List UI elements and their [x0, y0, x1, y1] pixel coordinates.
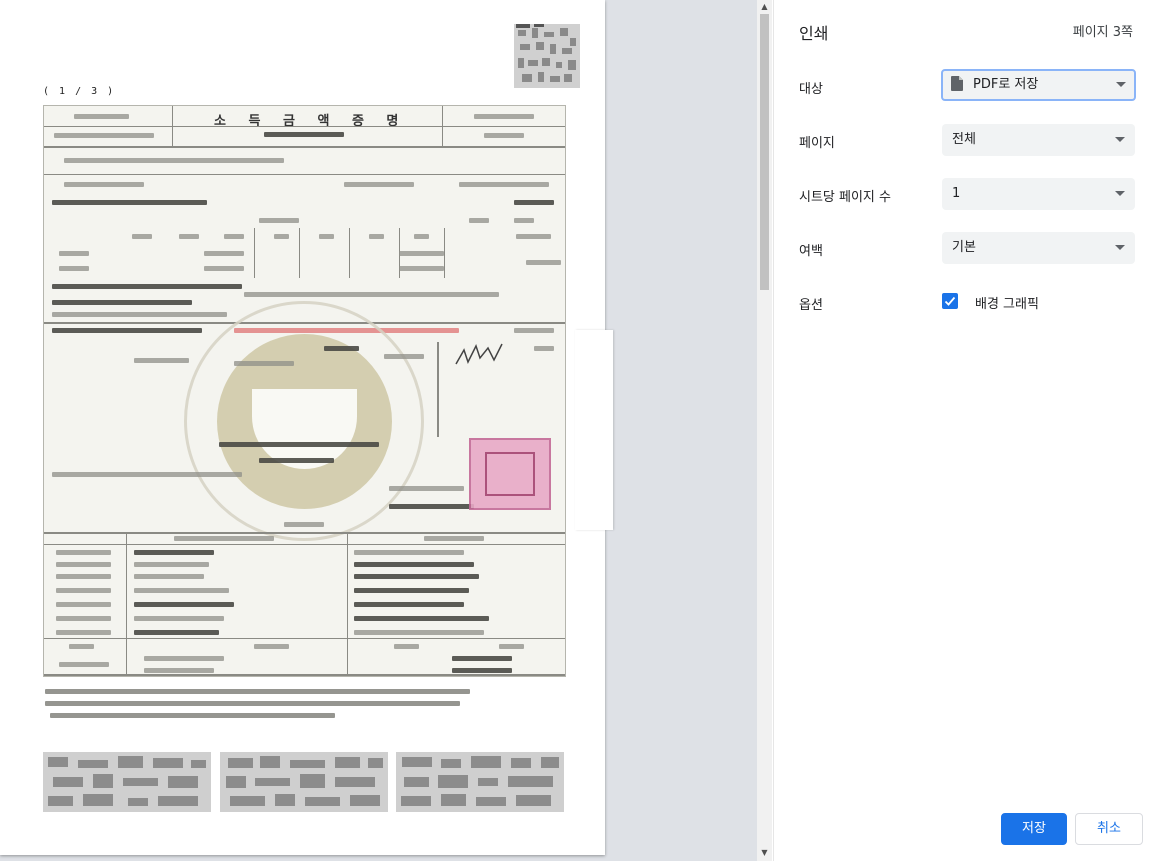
- pages-per-sheet-select[interactable]: 1: [942, 178, 1135, 210]
- margins-label: 여백: [799, 244, 823, 259]
- official-seal-stamp: [469, 438, 551, 510]
- print-preview-area: ( 1 / 3 ) 소 득 금 액 증 명: [0, 0, 757, 861]
- pages-select[interactable]: 전체: [942, 124, 1135, 156]
- page-count: 페이지 3쪽: [1072, 25, 1133, 40]
- checkmark-icon: [944, 296, 956, 306]
- chevron-down-icon: [1116, 82, 1126, 87]
- print-title: 인쇄: [799, 24, 829, 43]
- background-graphics-checkbox[interactable]: [942, 293, 958, 309]
- pages-value: 전체: [952, 132, 976, 147]
- options-label: 옵션: [799, 298, 823, 313]
- scrollbar-thumb[interactable]: [760, 14, 769, 290]
- barcode-image: [43, 752, 211, 812]
- margins-select[interactable]: 기본: [942, 232, 1135, 264]
- pages-per-sheet-label: 시트당 페이지 수: [799, 190, 891, 205]
- chevron-down-icon: [1115, 191, 1125, 196]
- preview-page: ( 1 / 3 ) 소 득 금 액 증 명: [0, 0, 613, 855]
- pages-per-sheet-value: 1: [952, 186, 961, 201]
- qr-code-image: [514, 24, 580, 88]
- destination-select[interactable]: PDF로 저장: [941, 69, 1136, 101]
- destination-value: PDF로 저장: [973, 77, 1039, 92]
- page-indicator: ( 1 / 3 ): [43, 86, 116, 97]
- save-button[interactable]: 저장: [1001, 813, 1067, 845]
- chevron-down-icon: [1115, 137, 1125, 142]
- page-edge-strip: [575, 330, 613, 530]
- destination-label: 대상: [799, 82, 823, 97]
- barcode-image: [220, 752, 388, 812]
- barcode-image: [396, 752, 564, 812]
- document-certificate: 소 득 금 액 증 명: [43, 105, 566, 677]
- signature-image: [455, 343, 503, 365]
- chevron-down-icon: [1115, 245, 1125, 250]
- preview-scrollbar[interactable]: ▲ ▼: [757, 0, 772, 861]
- print-settings-panel: 인쇄 페이지 3쪽 대상 PDF로 저장 페이지 전체 시트당 페이지 수 1 …: [773, 0, 1158, 861]
- cancel-button[interactable]: 취소: [1075, 813, 1143, 845]
- pages-label: 페이지: [799, 136, 835, 151]
- margins-value: 기본: [952, 240, 976, 255]
- scroll-down-arrow-icon[interactable]: ▼: [759, 848, 770, 858]
- file-icon: [951, 75, 963, 91]
- scroll-up-arrow-icon[interactable]: ▲: [759, 2, 770, 12]
- government-emblem-watermark: [184, 301, 424, 541]
- background-graphics-label[interactable]: 배경 그래픽: [975, 293, 1039, 312]
